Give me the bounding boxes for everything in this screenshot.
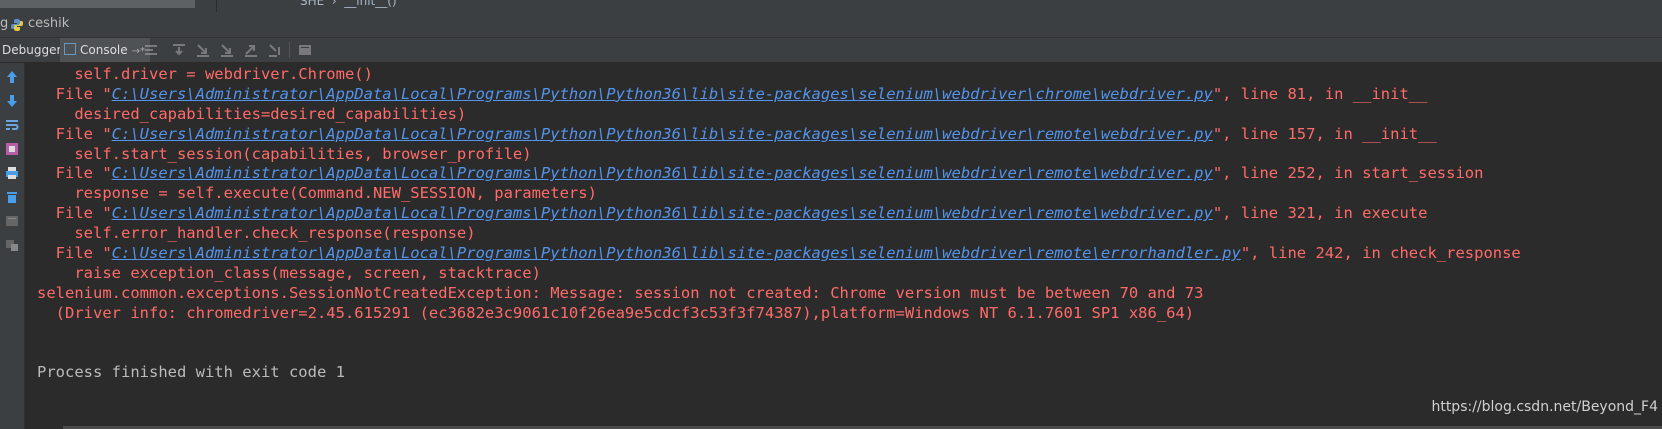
step-into-my-code-icon[interactable] [219,42,235,58]
step-into-icon[interactable] [195,42,211,58]
file-path-link[interactable]: C:\Users\Administrator\AppData\Local\Pro… [112,164,1213,182]
soft-wrap-icon[interactable] [4,117,20,133]
divider [216,0,217,12]
run-bar-prefix: g [0,16,9,31]
editor-breadcrumb-strip: SHE › __init__() [0,0,1662,12]
settings-icon[interactable] [4,213,20,229]
step-out-icon[interactable] [243,42,259,58]
trash-icon[interactable] [4,189,20,205]
toolbar-divider [289,42,290,58]
console-line: response = self.execute(Command.NEW_SESS… [37,184,597,203]
evaluate-expression-icon[interactable] [297,42,313,58]
tab-debugger-label: Debugger [2,43,62,57]
run-config-title[interactable]: ceshik [28,16,69,31]
console-line: raise exception_class(message, screen, s… [37,263,541,282]
traceback-file-line: File "C:\Users\Administrator\AppData\Loc… [37,244,1521,264]
console-icon [64,43,76,55]
console-text: self.driver = webdriver.Chrome() File "C… [37,65,1521,383]
file-path-link[interactable]: C:\Users\Administrator\AppData\Local\Pro… [112,244,1241,262]
process-exit-line: Process finished with exit code 1 [37,363,345,382]
traceback-file-line: File "C:\Users\Administrator\AppData\Loc… [37,204,1521,224]
file-path-link[interactable]: C:\Users\Administrator\AppData\Local\Pro… [112,125,1213,143]
file-path-link[interactable]: C:\Users\Administrator\AppData\Local\Pro… [112,204,1213,222]
traceback-prefix: File " [37,124,112,143]
traceback-file-line: File "C:\Users\Administrator\AppData\Loc… [37,164,1521,184]
traceback-suffix: ", line 157, in __init__ [1212,124,1437,143]
console-line: desired_capabilities=desired_capabilitie… [37,104,467,123]
watermark: https://blog.csdn.net/Beyond_F4 [1431,399,1658,415]
traceback-file-line: File "C:\Users\Administrator\AppData\Loc… [37,125,1521,145]
tab-debugger[interactable]: Debugger [0,38,62,62]
console-line: (Driver info: chromedriver=2.45.615291 (… [37,303,1195,322]
debug-toolbar: Debugger Console →* [0,38,1662,63]
traceback-prefix: File " [37,164,112,183]
traceback-file-line: File "C:\Users\Administrator\AppData\Loc… [37,85,1521,105]
tab-console-label: Console [80,43,128,57]
traceback-prefix: File " [37,204,112,223]
console-output[interactable]: self.driver = webdriver.Chrome() File "C… [25,63,1662,429]
console-line: self.error_handler.check_response(respon… [37,224,476,243]
print-icon[interactable] [4,165,20,181]
horizontal-scrollbar[interactable] [0,0,195,8]
run-title-bar: g ceshik [0,12,1662,38]
console-line: self.driver = webdriver.Chrome() [37,65,373,83]
pin-tab-icon[interactable] [4,237,20,253]
step-over-icon[interactable] [171,42,187,58]
traceback-suffix: ", line 252, in start_session [1212,164,1484,183]
file-path-link[interactable]: C:\Users\Administrator\AppData\Local\Pro… [112,85,1213,103]
python-icon [11,19,23,31]
run-to-cursor-icon[interactable] [267,42,283,58]
show-execution-point-icon[interactable] [143,42,159,58]
traceback-suffix: ", line 321, in execute [1212,204,1428,223]
traceback-suffix: ", line 81, in __init__ [1212,84,1428,103]
traceback-prefix: File " [37,84,112,103]
tab-console[interactable]: Console →* [60,38,150,62]
console-line: selenium.common.exceptions.SessionNotCre… [37,283,1204,302]
scroll-to-end-icon[interactable] [4,141,20,157]
traceback-prefix: File " [37,244,112,263]
up-arrow-icon[interactable] [4,69,20,85]
console-side-toolbar [0,63,25,429]
breadcrumb[interactable]: SHE › __init__() [300,0,397,8]
down-arrow-icon[interactable] [4,93,20,109]
traceback-suffix: ", line 242, in check_response [1240,244,1521,263]
console-line: self.start_session(capabilities, browser… [37,144,532,163]
